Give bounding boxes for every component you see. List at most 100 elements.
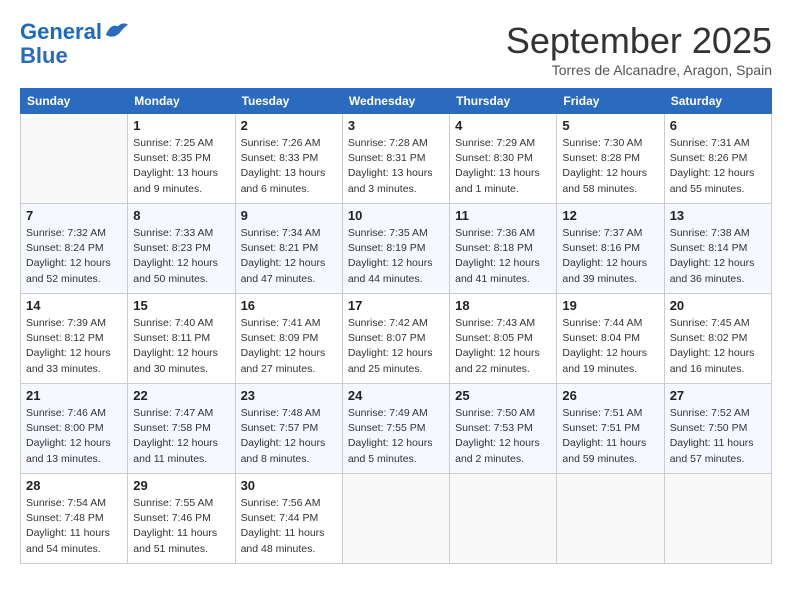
day-number: 4	[455, 118, 551, 133]
day-number: 6	[670, 118, 766, 133]
day-info: Sunrise: 7:35 AMSunset: 8:19 PMDaylight:…	[348, 226, 444, 287]
day-number: 9	[241, 208, 337, 223]
calendar-cell: 25 Sunrise: 7:50 AMSunset: 7:53 PMDayligh…	[450, 384, 557, 474]
calendar-cell: 26Sunrise: 7:51 AMSunset: 7:51 PMDayligh…	[557, 384, 664, 474]
day-number: 8	[133, 208, 229, 223]
column-header-monday: Monday	[128, 89, 235, 114]
day-number: 13	[670, 208, 766, 223]
calendar-cell: 30 Sunrise: 7:56 AMSunset: 7:44 PMDayligh…	[235, 474, 342, 564]
column-header-tuesday: Tuesday	[235, 89, 342, 114]
day-number: 28	[26, 478, 122, 493]
day-number: 24	[348, 388, 444, 403]
calendar-cell: 1 Sunrise: 7:25 AMSunset: 8:35 PMDaylight…	[128, 114, 235, 204]
day-info: Sunrise: 7:44 AMSunset: 8:04 PMDaylight:…	[562, 316, 658, 377]
calendar-cell	[342, 474, 449, 564]
day-info: Sunrise: 7:41 AMSunset: 8:09 PMDaylight:…	[241, 316, 337, 377]
day-info: Sunrise: 7:42 AMSunset: 8:07 PMDaylight:…	[348, 316, 444, 377]
calendar-cell: 29 Sunrise: 7:55 AMSunset: 7:46 PMDayligh…	[128, 474, 235, 564]
calendar-cell: 13 Sunrise: 7:38 AMSunset: 8:14 PMDayligh…	[664, 204, 771, 294]
logo-general: General	[20, 19, 102, 44]
day-info: Sunrise: 7:46 AMSunset: 8:00 PMDaylight:…	[26, 406, 122, 467]
column-header-saturday: Saturday	[664, 89, 771, 114]
day-number: 20	[670, 298, 766, 313]
day-info: Sunrise: 7:25 AMSunset: 8:35 PMDaylight:…	[133, 136, 229, 197]
month-title: September 2025	[506, 20, 772, 62]
day-number: 1	[133, 118, 229, 133]
calendar-cell: 9 Sunrise: 7:34 AMSunset: 8:21 PMDaylight…	[235, 204, 342, 294]
day-info: Sunrise: 7:33 AMSunset: 8:23 PMDaylight:…	[133, 226, 229, 287]
calendar-cell: 20 Sunrise: 7:45 AMSunset: 8:02 PMDayligh…	[664, 294, 771, 384]
day-number: 2	[241, 118, 337, 133]
calendar-cell: 27 Sunrise: 7:52 AMSunset: 7:50 PMDayligh…	[664, 384, 771, 474]
day-info: Sunrise: 7:48 AMSunset: 7:57 PMDaylight:…	[241, 406, 337, 467]
day-info: Sunrise: 7:36 AMSunset: 8:18 PMDaylight:…	[455, 226, 551, 287]
logo: General Blue	[20, 20, 128, 68]
calendar-week-row: 21 Sunrise: 7:46 AMSunset: 8:00 PMDayligh…	[21, 384, 772, 474]
day-number: 30	[241, 478, 337, 493]
day-info: Sunrise: 7:28 AMSunset: 8:31 PMDaylight:…	[348, 136, 444, 197]
day-info: Sunrise: 7:55 AMSunset: 7:46 PMDaylight:…	[133, 496, 229, 557]
day-number: 19	[562, 298, 658, 313]
day-info: Sunrise: 7:39 AMSunset: 8:12 PMDaylight:…	[26, 316, 122, 377]
calendar-cell: 14Sunrise: 7:39 AMSunset: 8:12 PMDayligh…	[21, 294, 128, 384]
calendar-cell: 16Sunrise: 7:41 AMSunset: 8:09 PMDayligh…	[235, 294, 342, 384]
day-info: Sunrise: 7:43 AMSunset: 8:05 PMDaylight:…	[455, 316, 551, 377]
day-number: 11	[455, 208, 551, 223]
calendar-cell: 10 Sunrise: 7:35 AMSunset: 8:19 PMDayligh…	[342, 204, 449, 294]
day-number: 7	[26, 208, 122, 223]
day-info: Sunrise: 7:54 AMSunset: 7:48 PMDaylight:…	[26, 496, 122, 557]
day-info: Sunrise: 7:29 AMSunset: 8:30 PMDaylight:…	[455, 136, 551, 197]
calendar-week-row: 28 Sunrise: 7:54 AMSunset: 7:48 PMDayligh…	[21, 474, 772, 564]
day-number: 3	[348, 118, 444, 133]
calendar-cell	[21, 114, 128, 204]
calendar-cell: 3 Sunrise: 7:28 AMSunset: 8:31 PMDaylight…	[342, 114, 449, 204]
day-number: 29	[133, 478, 229, 493]
calendar-cell: 17 Sunrise: 7:42 AMSunset: 8:07 PMDayligh…	[342, 294, 449, 384]
calendar-cell: 12Sunrise: 7:37 AMSunset: 8:16 PMDayligh…	[557, 204, 664, 294]
day-number: 5	[562, 118, 658, 133]
logo-blue: Blue	[20, 43, 68, 68]
day-number: 22	[133, 388, 229, 403]
calendar-cell: 2 Sunrise: 7:26 AMSunset: 8:33 PMDaylight…	[235, 114, 342, 204]
calendar-cell: 4 Sunrise: 7:29 AMSunset: 8:30 PMDaylight…	[450, 114, 557, 204]
calendar-cell: 24 Sunrise: 7:49 AMSunset: 7:55 PMDayligh…	[342, 384, 449, 474]
calendar-week-row: 14Sunrise: 7:39 AMSunset: 8:12 PMDayligh…	[21, 294, 772, 384]
day-info: Sunrise: 7:30 AMSunset: 8:28 PMDaylight:…	[562, 136, 658, 197]
calendar-cell: 28 Sunrise: 7:54 AMSunset: 7:48 PMDayligh…	[21, 474, 128, 564]
day-number: 10	[348, 208, 444, 223]
calendar-cell: 15 Sunrise: 7:40 AMSunset: 8:11 PMDayligh…	[128, 294, 235, 384]
calendar-cell: 11 Sunrise: 7:36 AMSunset: 8:18 PMDayligh…	[450, 204, 557, 294]
day-info: Sunrise: 7:31 AMSunset: 8:26 PMDaylight:…	[670, 136, 766, 197]
calendar-cell: 19 Sunrise: 7:44 AMSunset: 8:04 PMDayligh…	[557, 294, 664, 384]
column-header-friday: Friday	[557, 89, 664, 114]
calendar-cell	[450, 474, 557, 564]
page-header: General Blue September 2025 Torres de Al…	[20, 20, 772, 78]
location: Torres de Alcanadre, Aragon, Spain	[506, 62, 772, 78]
day-info: Sunrise: 7:26 AMSunset: 8:33 PMDaylight:…	[241, 136, 337, 197]
day-info: Sunrise: 7:56 AMSunset: 7:44 PMDaylight:…	[241, 496, 337, 557]
day-number: 25	[455, 388, 551, 403]
day-info: Sunrise: 7:51 AMSunset: 7:51 PMDaylight:…	[562, 406, 658, 467]
day-info: Sunrise: 7:49 AMSunset: 7:55 PMDaylight:…	[348, 406, 444, 467]
calendar-cell	[664, 474, 771, 564]
day-number: 27	[670, 388, 766, 403]
day-number: 21	[26, 388, 122, 403]
day-info: Sunrise: 7:47 AMSunset: 7:58 PMDaylight:…	[133, 406, 229, 467]
day-info: Sunrise: 7:34 AMSunset: 8:21 PMDaylight:…	[241, 226, 337, 287]
calendar-cell: 23 Sunrise: 7:48 AMSunset: 7:57 PMDayligh…	[235, 384, 342, 474]
day-number: 17	[348, 298, 444, 313]
day-number: 15	[133, 298, 229, 313]
day-info: Sunrise: 7:45 AMSunset: 8:02 PMDaylight:…	[670, 316, 766, 377]
day-info: Sunrise: 7:38 AMSunset: 8:14 PMDaylight:…	[670, 226, 766, 287]
logo-bird-icon	[104, 19, 128, 39]
column-header-sunday: Sunday	[21, 89, 128, 114]
calendar-cell	[557, 474, 664, 564]
day-info: Sunrise: 7:37 AMSunset: 8:16 PMDaylight:…	[562, 226, 658, 287]
day-info: Sunrise: 7:40 AMSunset: 8:11 PMDaylight:…	[133, 316, 229, 377]
day-number: 23	[241, 388, 337, 403]
day-number: 18	[455, 298, 551, 313]
calendar-body: 1 Sunrise: 7:25 AMSunset: 8:35 PMDaylight…	[21, 114, 772, 564]
column-header-wednesday: Wednesday	[342, 89, 449, 114]
day-info: Sunrise: 7:50 AMSunset: 7:53 PMDaylight:…	[455, 406, 551, 467]
day-info: Sunrise: 7:52 AMSunset: 7:50 PMDaylight:…	[670, 406, 766, 467]
